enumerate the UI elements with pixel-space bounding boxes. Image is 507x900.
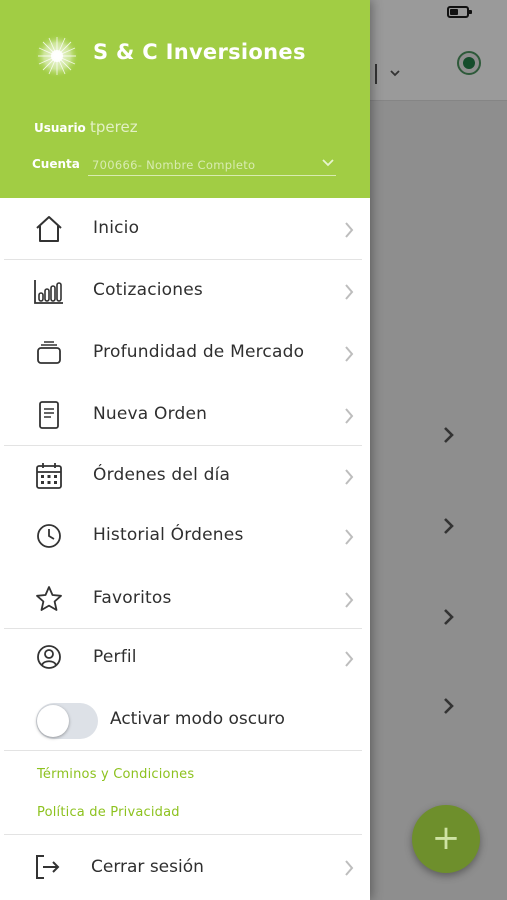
stack-icon [37, 341, 61, 364]
toggle-knob [37, 705, 69, 737]
menu-item-label: Órdenes del día [93, 465, 231, 485]
chevron-right-icon [345, 408, 354, 424]
star-icon [36, 586, 62, 611]
chevron-right-icon [345, 222, 354, 238]
divider [4, 445, 362, 446]
cuenta-select[interactable]: 700666- Nombre Completo [88, 154, 336, 176]
add-fab-button[interactable]: + [412, 805, 480, 873]
user-circle-icon [37, 645, 61, 669]
menu-item-nueva-orden[interactable]: Nueva Orden [0, 386, 370, 444]
menu-item-label: Inicio [93, 218, 140, 238]
menu-item-historial-ordenes[interactable]: Historial Órdenes [0, 507, 370, 565]
menu-item-perfil[interactable]: Perfil [0, 629, 370, 687]
chevron-right-icon[interactable] [441, 425, 455, 445]
menu-item-label: Historial Órdenes [93, 525, 244, 545]
logout-button[interactable]: Cerrar sesión [0, 836, 370, 896]
chevron-right-icon [345, 529, 354, 545]
menu-item-label: Profundidad de Mercado [93, 342, 305, 362]
logout-label: Cerrar sesión [91, 857, 204, 877]
navigation-drawer: S & C Inversiones Usuario tperez Cuenta … [0, 0, 370, 900]
chevron-right-icon [345, 469, 354, 485]
clock-icon [37, 524, 61, 548]
menu-item-favoritos[interactable]: Favoritos [0, 570, 370, 628]
menu-item-label: Nueva Orden [93, 404, 208, 424]
cuenta-value: 700666- Nombre Completo [92, 158, 256, 172]
divider [4, 834, 362, 835]
home-icon [36, 216, 62, 242]
chevron-right-icon [345, 284, 354, 300]
drawer-header: S & C Inversiones Usuario tperez Cuenta … [0, 0, 370, 198]
dark-mode-toggle[interactable] [36, 703, 98, 739]
connection-status-icon [457, 51, 481, 75]
menu-item-inicio[interactable]: Inicio [0, 200, 370, 258]
dark-mode-row: Activar modo oscuro [0, 693, 370, 747]
privacy-link[interactable]: Política de Privacidad [37, 805, 180, 820]
chevron-right-icon [345, 651, 354, 667]
menu-item-label: Cotizaciones [93, 280, 203, 300]
menu-item-profundidad-de-mercado[interactable]: Profundidad de Mercado [0, 324, 370, 382]
chevron-right-icon[interactable] [441, 696, 455, 716]
chevron-right-icon [345, 346, 354, 362]
calendar-icon [36, 463, 62, 489]
terms-link[interactable]: Términos y Condiciones [37, 767, 194, 782]
chevron-right-icon[interactable] [441, 516, 455, 536]
chevron-right-icon [345, 860, 354, 876]
divider [4, 750, 362, 751]
divider [4, 259, 362, 260]
chevron-right-icon[interactable] [441, 607, 455, 627]
document-icon [39, 401, 59, 429]
menu-item-cotizaciones[interactable]: Cotizaciones [0, 262, 370, 320]
usuario-label: Usuario [34, 121, 86, 135]
menu-item-label: Perfil [93, 647, 137, 667]
chevron-down-icon[interactable] [390, 68, 400, 78]
chevron-down-icon [322, 159, 334, 167]
chevron-right-icon [345, 592, 354, 608]
logo-icon [35, 34, 79, 78]
menu-item-label: Favoritos [93, 588, 172, 608]
cuenta-label: Cuenta [32, 157, 80, 171]
menu-item-ordenes-del-dia[interactable]: Órdenes del día [0, 447, 370, 505]
dark-mode-label: Activar modo oscuro [110, 709, 285, 729]
usuario-value: tperez [90, 118, 138, 136]
app-title: S & C Inversiones [93, 40, 306, 64]
bar-chart-icon [34, 280, 63, 304]
background-field-edge [371, 64, 377, 84]
logout-icon [36, 855, 60, 879]
battery-icon [447, 6, 472, 18]
